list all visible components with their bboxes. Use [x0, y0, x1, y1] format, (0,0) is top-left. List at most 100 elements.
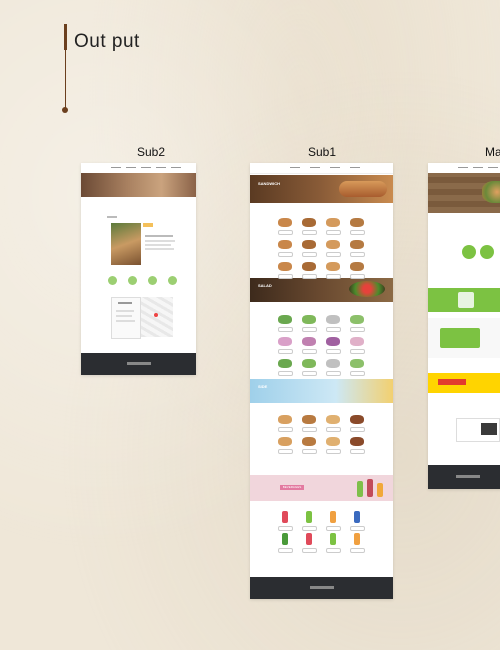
- sw-item[interactable]: [326, 262, 340, 271]
- side-item-button[interactable]: [278, 449, 293, 454]
- bev-item[interactable]: [282, 511, 288, 523]
- sal-item-button[interactable]: [302, 327, 317, 332]
- sw-item-button[interactable]: [350, 230, 365, 235]
- sub1-side-banner: SIDE: [250, 379, 393, 403]
- sw-item-button[interactable]: [326, 230, 341, 235]
- sw-item[interactable]: [350, 262, 364, 271]
- sw-item-button[interactable]: [350, 274, 365, 279]
- side-item-button[interactable]: [302, 449, 317, 454]
- bev-item[interactable]: [282, 533, 288, 545]
- sw-item[interactable]: [326, 240, 340, 249]
- sal-item[interactable]: [326, 359, 340, 368]
- bev-item-button[interactable]: [350, 548, 365, 553]
- sw-item-button[interactable]: [302, 230, 317, 235]
- sw-item-button[interactable]: [302, 252, 317, 257]
- sub2-breadcrumb: [107, 216, 117, 218]
- sw-item[interactable]: [278, 240, 292, 249]
- label-sub2: Sub2: [137, 145, 166, 159]
- sub2-step-circle: [148, 276, 157, 285]
- label-sub1: Sub1: [308, 145, 337, 159]
- bev-item-button[interactable]: [302, 548, 317, 553]
- bev-item[interactable]: [306, 533, 312, 545]
- side-item-button[interactable]: [326, 427, 341, 432]
- sw-item-button[interactable]: [326, 274, 341, 279]
- bev-item-button[interactable]: [278, 548, 293, 553]
- sal-item-button[interactable]: [350, 371, 365, 376]
- side-item[interactable]: [278, 437, 292, 446]
- sal-item[interactable]: [326, 337, 340, 346]
- sub2-footer: [81, 353, 196, 375]
- sal-item[interactable]: [350, 315, 364, 324]
- sw-item-button[interactable]: [350, 252, 365, 257]
- side-item[interactable]: [350, 415, 364, 424]
- sw-item[interactable]: [302, 262, 316, 271]
- bev-item[interactable]: [330, 511, 336, 523]
- sal-item[interactable]: [278, 315, 292, 324]
- sub1-page-mockup[interactable]: SANDWICH SALAD SIDE BEVERAGES: [250, 163, 393, 599]
- sw-item[interactable]: [302, 218, 316, 227]
- sal-item-button[interactable]: [350, 327, 365, 332]
- bev-item-button[interactable]: [350, 526, 365, 531]
- sw-item[interactable]: [278, 262, 292, 271]
- sal-item-button[interactable]: [278, 349, 293, 354]
- title-timeline-dot: [62, 107, 68, 113]
- sub1-sandwich-banner: SANDWICH: [250, 175, 393, 203]
- sal-item[interactable]: [278, 337, 292, 346]
- sw-item-button[interactable]: [326, 252, 341, 257]
- sal-item[interactable]: [302, 337, 316, 346]
- sw-item[interactable]: [350, 218, 364, 227]
- bev-item-button[interactable]: [326, 548, 341, 553]
- sw-item-button[interactable]: [278, 252, 293, 257]
- sal-item-button[interactable]: [350, 349, 365, 354]
- sal-item-button[interactable]: [326, 349, 341, 354]
- sal-item[interactable]: [302, 359, 316, 368]
- sub2-sandwich-photo: [111, 223, 141, 265]
- sal-item-button[interactable]: [278, 327, 293, 332]
- bev-item-button[interactable]: [302, 526, 317, 531]
- sal-item-button[interactable]: [326, 371, 341, 376]
- side-item-button[interactable]: [278, 427, 293, 432]
- side-item-button[interactable]: [350, 427, 365, 432]
- sw-item-button[interactable]: [278, 230, 293, 235]
- sal-item[interactable]: [326, 315, 340, 324]
- side-item-button[interactable]: [350, 449, 365, 454]
- sw-item[interactable]: [302, 240, 316, 249]
- side-item[interactable]: [278, 415, 292, 424]
- bev-item[interactable]: [354, 533, 360, 545]
- title-timeline-line: [65, 50, 66, 108]
- bev-item[interactable]: [306, 511, 312, 523]
- sub2-step-circle: [128, 276, 137, 285]
- main-page-mockup[interactable]: [428, 163, 500, 489]
- sw-item-button[interactable]: [302, 274, 317, 279]
- side-item[interactable]: [326, 415, 340, 424]
- side-item-button[interactable]: [302, 427, 317, 432]
- sw-item[interactable]: [278, 218, 292, 227]
- sal-item[interactable]: [278, 359, 292, 368]
- bev-item-button[interactable]: [326, 526, 341, 531]
- bev-item[interactable]: [354, 511, 360, 523]
- side-item[interactable]: [302, 415, 316, 424]
- side-item-button[interactable]: [326, 449, 341, 454]
- sal-item[interactable]: [302, 315, 316, 324]
- sal-item-button[interactable]: [302, 371, 317, 376]
- sal-item-button[interactable]: [302, 349, 317, 354]
- main-menu-circle[interactable]: [462, 245, 476, 259]
- sw-item-button[interactable]: [278, 274, 293, 279]
- sw-item[interactable]: [350, 240, 364, 249]
- sw-item[interactable]: [326, 218, 340, 227]
- side-item[interactable]: [326, 437, 340, 446]
- sub2-page-mockup[interactable]: [81, 163, 196, 375]
- sal-item[interactable]: [350, 359, 364, 368]
- sub1-nav: [250, 163, 393, 174]
- main-menu-circle[interactable]: [480, 245, 494, 259]
- sal-item-button[interactable]: [326, 327, 341, 332]
- main-yellow-promo: [428, 373, 500, 393]
- sal-item[interactable]: [350, 337, 364, 346]
- bev-item[interactable]: [330, 533, 336, 545]
- side-item[interactable]: [350, 437, 364, 446]
- sub2-map[interactable]: [141, 297, 173, 337]
- sub1-salad-title: SALAD: [258, 283, 272, 288]
- sal-item-button[interactable]: [278, 371, 293, 376]
- side-item[interactable]: [302, 437, 316, 446]
- bev-item-button[interactable]: [278, 526, 293, 531]
